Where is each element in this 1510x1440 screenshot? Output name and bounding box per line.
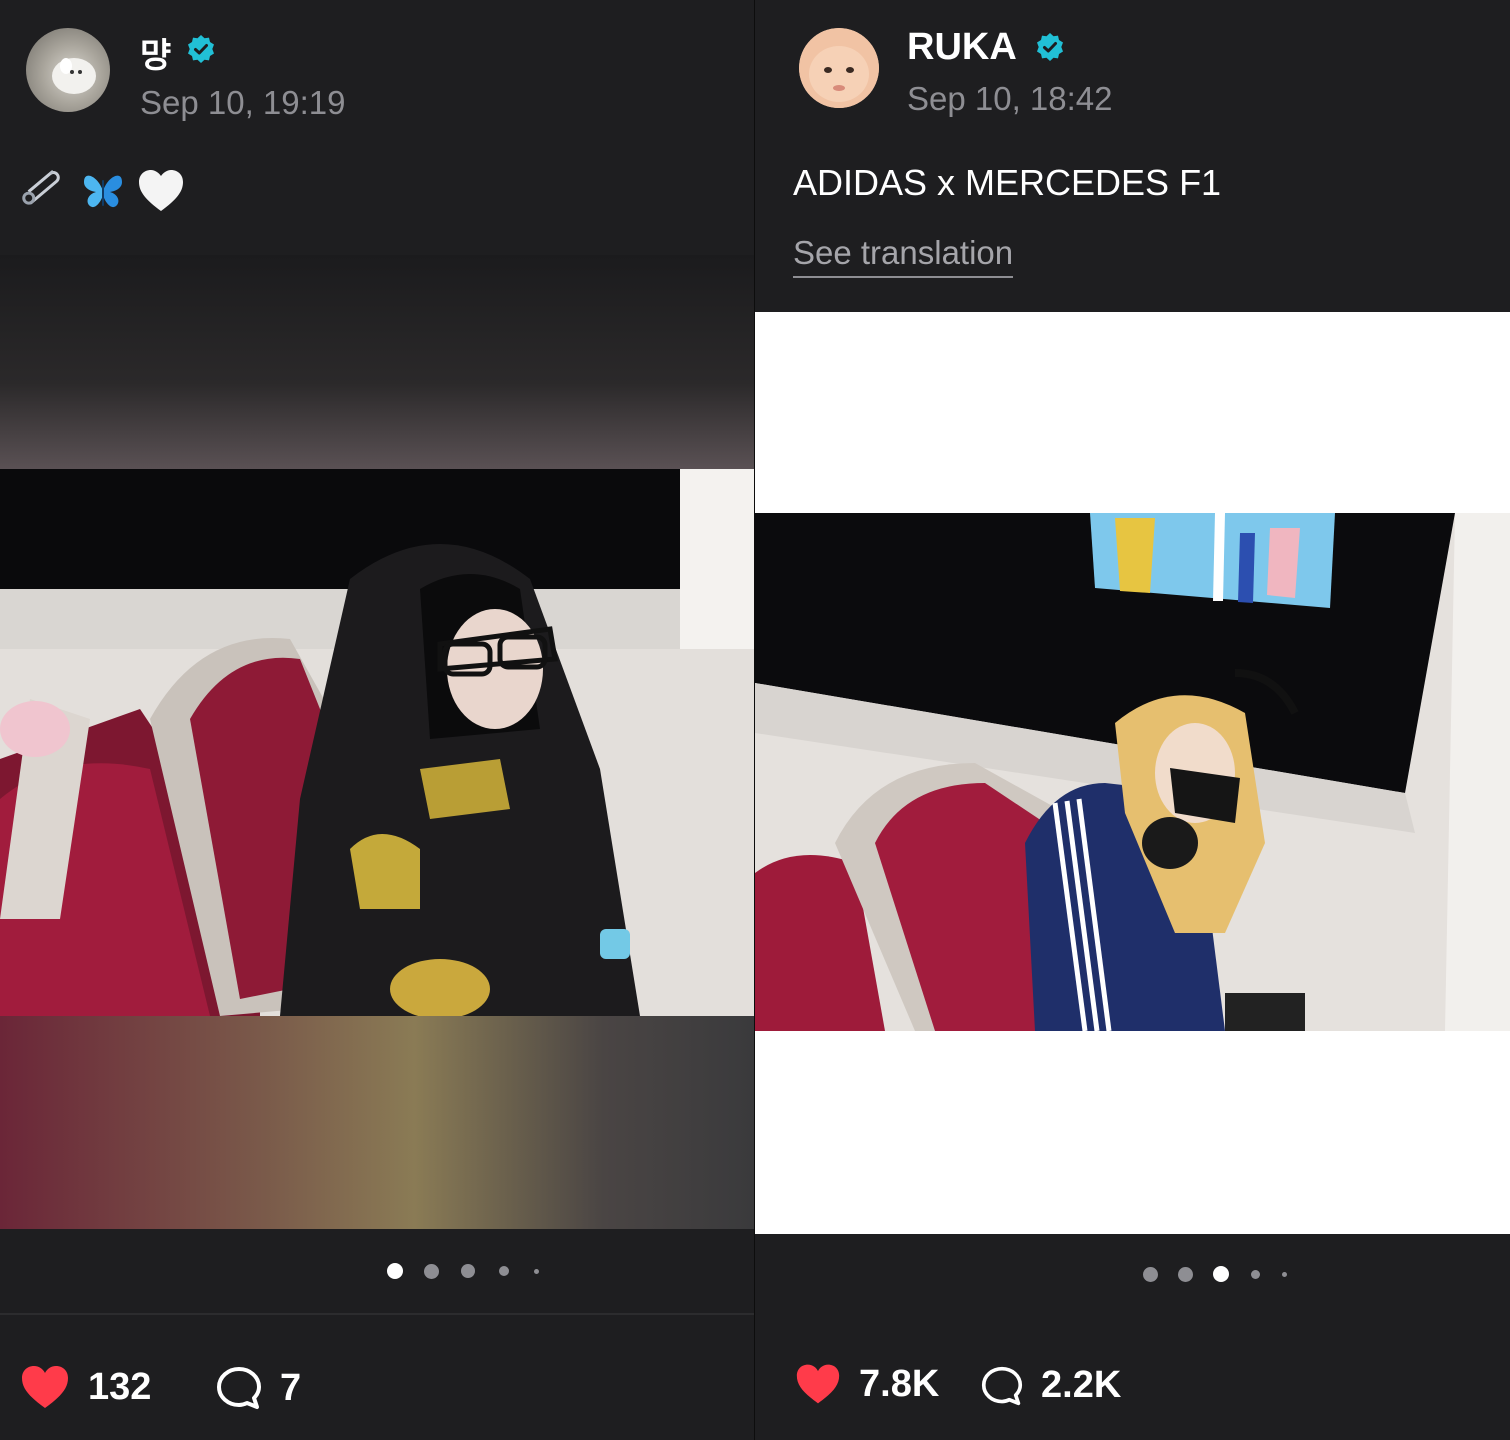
carousel-dot [1282, 1271, 1287, 1277]
avatar[interactable] [799, 28, 879, 108]
comment-bubble-icon [981, 1366, 1023, 1405]
carousel-dot [1143, 1266, 1158, 1282]
verified-badge-icon [188, 35, 214, 63]
comment-count: 2.2K [1041, 1364, 1122, 1406]
post-card-left: 먕 Sep 10, 19:19 132 7 [0, 0, 754, 1440]
post-timestamp: Sep 10, 18:42 [907, 80, 1113, 117]
carousel-dot-active [387, 1263, 403, 1279]
carousel-dot [1178, 1266, 1193, 1282]
comment-button[interactable]: 7 [216, 1366, 301, 1410]
like-button[interactable]: 7.8K [795, 1362, 939, 1406]
carousel-indicator [387, 1263, 539, 1279]
verified-badge-icon [1037, 33, 1063, 61]
like-button[interactable]: 132 [20, 1364, 151, 1410]
photo-train-seat-hoodie [0, 469, 754, 1016]
carousel-dot [1251, 1269, 1260, 1279]
heart-filled-icon [796, 1364, 840, 1404]
like-count: 7.8K [859, 1362, 940, 1405]
post-image[interactable] [755, 312, 1510, 1234]
safety-pin-icon [22, 169, 60, 205]
carousel-dot [461, 1264, 475, 1278]
carousel-dot-active [1213, 1266, 1229, 1282]
carousel-dot [499, 1266, 509, 1276]
post-card-right: RUKA Sep 10, 18:42 ADIDAS x MERCEDES F1 … [755, 0, 1510, 1440]
post-image[interactable] [0, 255, 754, 1229]
heart-filled-icon [22, 1366, 68, 1408]
screenshot-collage: 먕 Sep 10, 19:19 132 7 RUKA Sep 10, 18:42… [0, 0, 1510, 1440]
image-blur-top [0, 255, 754, 469]
post-timestamp: Sep 10, 19:19 [140, 84, 346, 121]
photo-train-seat-adidas [755, 513, 1510, 1031]
divider [0, 1313, 754, 1315]
carousel-dot [534, 1268, 539, 1274]
carousel-dot [424, 1263, 439, 1279]
carousel-indicator [1143, 1266, 1287, 1282]
post-caption [20, 164, 186, 218]
avatar[interactable] [26, 28, 110, 112]
comment-bubble-icon [217, 1367, 261, 1409]
comment-button[interactable]: 2.2K [981, 1364, 1121, 1407]
comment-count: 7 [280, 1366, 302, 1409]
username[interactable]: 먕 [140, 28, 171, 77]
image-blur-bottom [0, 1016, 754, 1229]
see-translation-link[interactable]: See translation [793, 234, 1014, 278]
butterfly-icon [84, 175, 122, 208]
post-caption: ADIDAS x MERCEDES F1 [793, 162, 1222, 203]
username[interactable]: RUKA [907, 26, 1017, 69]
like-count: 132 [88, 1365, 152, 1408]
white-heart-icon [139, 170, 183, 211]
